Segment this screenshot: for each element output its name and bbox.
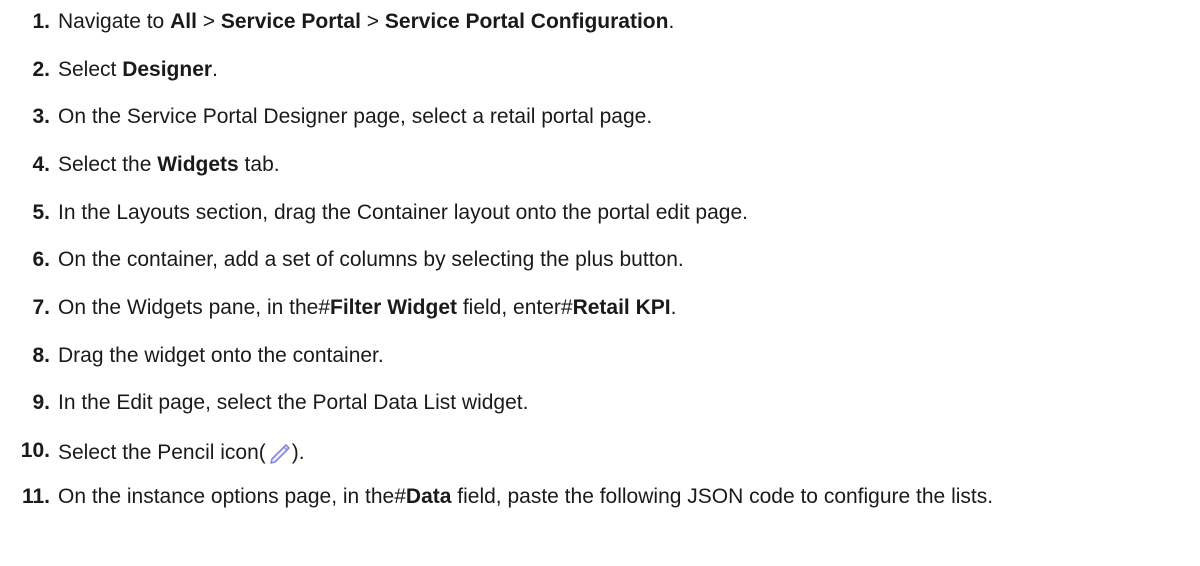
keyword-text: All bbox=[170, 10, 197, 33]
step-text: Select the Widgets tab. bbox=[58, 151, 1180, 179]
keyword-text: Service Portal bbox=[220, 10, 361, 33]
step-item: 11. On the instance options page, in the#… bbox=[0, 483, 1180, 511]
keyword-text: Widgets bbox=[157, 153, 239, 176]
step-item: 10. Select the Pencil icon(). bbox=[0, 437, 1180, 467]
body-text: On the Service Portal Designer page, sel… bbox=[58, 105, 653, 128]
step-item: 1. Navigate to All > Service Portal > Ser… bbox=[0, 8, 1180, 36]
step-text: On the container, add a set of columns b… bbox=[58, 246, 1180, 274]
step-number: 2. bbox=[32, 58, 50, 81]
body-text: ). bbox=[291, 441, 305, 464]
step-number: 7. bbox=[32, 296, 50, 319]
step-number: 4. bbox=[32, 153, 50, 176]
body-text: On the container, add a set of columns b… bbox=[58, 248, 684, 271]
step-text: On the Service Portal Designer page, sel… bbox=[58, 103, 1180, 131]
body-text: In the Edit page, select the Portal Data… bbox=[58, 391, 529, 414]
body-text: field, enter# bbox=[457, 296, 573, 319]
body-text: On the Widgets pane, in the# bbox=[58, 296, 331, 319]
body-text: . bbox=[668, 10, 675, 33]
pencil-icon bbox=[266, 437, 292, 465]
step-number: 10. bbox=[20, 439, 50, 462]
step-item: 6. On the container, add a set of columns… bbox=[0, 246, 1180, 274]
keyword-text: Service Portal Configuration bbox=[384, 10, 669, 33]
body-text: Select the Pencil icon( bbox=[58, 441, 266, 464]
step-text: Navigate to All > Service Portal > Servi… bbox=[58, 8, 1180, 36]
step-item: 8. Drag the widget onto the container. bbox=[0, 342, 1180, 370]
step-item: 5. In the Layouts section, drag the Conta… bbox=[0, 199, 1180, 227]
step-text: Select the Pencil icon(). bbox=[58, 437, 1180, 467]
keyword-text: Filter Widget bbox=[330, 296, 457, 319]
keyword-text: Retail KPI bbox=[572, 296, 671, 319]
body-text: Drag the widget onto the container. bbox=[58, 344, 384, 367]
step-number: 6. bbox=[32, 248, 50, 271]
body-text: Navigate to bbox=[58, 10, 171, 33]
instruction-steps: 1. Navigate to All > Service Portal > Ser… bbox=[0, 0, 1200, 566]
body-text: field, paste the following JSON code to … bbox=[451, 485, 994, 508]
body-text: > bbox=[360, 10, 385, 33]
body-text: In the Layouts section, drag the Contain… bbox=[58, 201, 748, 224]
body-text: > bbox=[196, 10, 221, 33]
step-number: 1. bbox=[32, 10, 50, 33]
keyword-text: Data bbox=[405, 485, 452, 508]
body-text: . bbox=[670, 296, 677, 319]
step-number: 9. bbox=[32, 391, 50, 414]
step-text: Drag the widget onto the container. bbox=[58, 342, 1180, 370]
keyword-text: Designer bbox=[122, 58, 213, 81]
step-text: In the Edit page, select the Portal Data… bbox=[58, 389, 1180, 417]
step-text: In the Layouts section, drag the Contain… bbox=[58, 199, 1180, 227]
step-item: 2. Select Designer. bbox=[0, 56, 1180, 84]
step-item: 7. On the Widgets pane, in the#Filter Wid… bbox=[0, 294, 1180, 322]
step-text: On the Widgets pane, in the#Filter Widge… bbox=[58, 294, 1180, 322]
body-text: Select the bbox=[58, 153, 158, 176]
step-number: 3. bbox=[32, 105, 50, 128]
body-text: Select bbox=[58, 58, 123, 81]
body-text: . bbox=[212, 58, 218, 81]
step-item: 4. Select the Widgets tab. bbox=[0, 151, 1180, 179]
step-item: 3. On the Service Portal Designer page, s… bbox=[0, 103, 1180, 131]
step-text: On the instance options page, in the#Dat… bbox=[58, 483, 1180, 511]
step-number: 5. bbox=[32, 201, 50, 224]
step-number: 8. bbox=[32, 344, 50, 367]
step-item: 9. In the Edit page, select the Portal Da… bbox=[0, 389, 1180, 417]
body-text: tab. bbox=[238, 153, 280, 176]
step-text: Select Designer. bbox=[58, 56, 1180, 84]
step-number: 11. bbox=[21, 485, 50, 508]
body-text: On the instance options page, in the# bbox=[58, 485, 406, 508]
